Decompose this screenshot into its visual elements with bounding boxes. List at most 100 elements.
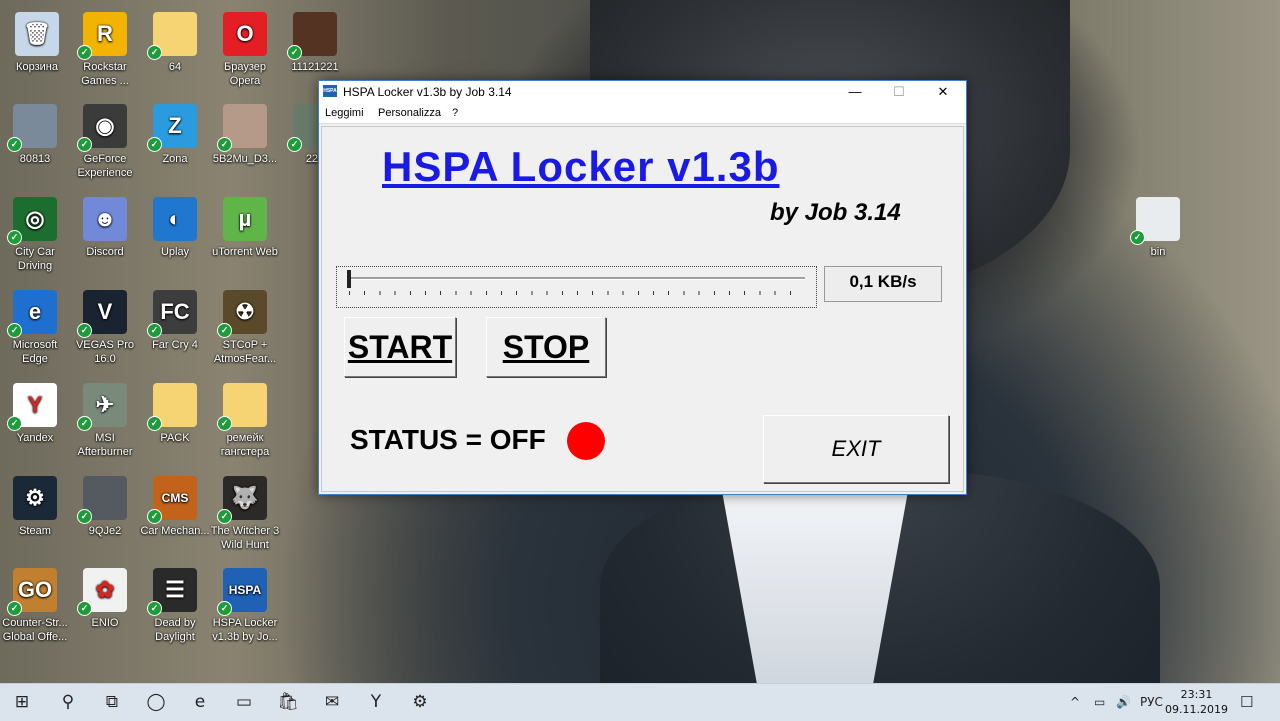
cortana-icon[interactable]: ◯ [134, 684, 178, 721]
desktop-shortcut[interactable]: ✓ 11121221 [280, 6, 350, 74]
desktop-shortcut[interactable]: e ✓ Microsoft Edge [0, 284, 70, 366]
slider-track [349, 277, 805, 280]
shortcut-label: Yandex [16, 432, 54, 444]
shortcut-label: ENIO [91, 617, 119, 629]
yandex-icon[interactable]: Y [354, 684, 398, 721]
hspa-locker-window: HSPA HSPA Locker v1.3b by Job 3.14 — ☐ ✕… [318, 80, 967, 495]
menu-personalizza[interactable]: Personalizza [378, 107, 441, 119]
desktop-shortcut[interactable]: Y ✓ Yandex [0, 377, 70, 445]
stop-button[interactable]: STOP [486, 317, 606, 377]
tray-chevron-icon[interactable]: ^ [1070, 684, 1080, 721]
desktop-shortcut[interactable]: µ uTorrent Web [210, 191, 280, 259]
shortcut-label: GeForce Experience [77, 153, 133, 179]
sync-check-icon: ✓ [147, 601, 162, 616]
zona-icon: Z ✓ [147, 104, 197, 152]
file-explorer-icon[interactable]: ▭ [222, 684, 266, 721]
desktop-shortcut[interactable]: ⚙ Steam [0, 470, 70, 538]
desktop-shortcut[interactable]: ◎ ✓ City Car Driving [0, 191, 70, 273]
status-indicator-dot [567, 422, 605, 460]
sync-check-icon: ✓ [217, 416, 232, 431]
desktop-shortcut[interactable]: R ✓ Rockstar Games ... [70, 6, 140, 88]
taskbar: ⊞ ⚲ ⧉ ◯ e ▭ 🛍 ✉ Y ⚙ ^ ▭ 🔊 РУС 23:31 09.11.2019 ☐ [0, 683, 1280, 721]
maximize-button[interactable]: ☐ [877, 81, 921, 103]
search-icon[interactable]: ⚲ [46, 684, 90, 721]
desktop-shortcut[interactable]: ✓ 64 [140, 6, 210, 74]
desktop-shortcut[interactable]: FC ✓ Far Cry 4 [140, 284, 210, 352]
desktop-shortcut[interactable]: Z ✓ Zona [140, 98, 210, 166]
uplay-icon: ◐ [153, 197, 197, 241]
store-icon[interactable]: 🛍 [266, 684, 310, 721]
speed-slider[interactable] [336, 266, 817, 308]
opera-icon: O [223, 12, 267, 56]
taskbar-clock[interactable]: 23:31 09.11.2019 [1165, 687, 1228, 717]
photo-icon: ✓ [217, 104, 267, 152]
app-heading-link[interactable]: HSPA Locker v1.3b [382, 143, 779, 191]
exit-button[interactable]: EXIT [763, 415, 949, 483]
shortcut-label: Microsoft Edge [12, 339, 58, 365]
sync-check-icon: ✓ [77, 137, 92, 152]
utorrent-icon: µ [223, 197, 267, 241]
speed-readout: 0,1 KB/s [824, 266, 942, 302]
close-button[interactable]: ✕ [921, 81, 965, 103]
network-icon[interactable]: ▭ [1094, 684, 1105, 721]
desktop-shortcut[interactable]: ◐ Uplay [140, 191, 210, 259]
sync-check-icon: ✓ [287, 137, 302, 152]
yandex-icon: Y ✓ [7, 383, 57, 431]
folder-icon: ✓ [147, 383, 197, 431]
status-text: STATUS = OFF [350, 424, 546, 455]
desktop-shortcut[interactable]: ✓ PACK [140, 377, 210, 445]
shortcut-label: uTorrent Web [212, 246, 278, 258]
shortcut-label: Zona [162, 153, 188, 165]
shortcut-label: Car Mechan... [140, 525, 210, 537]
hspa-app-icon: HSPA [323, 85, 337, 97]
shortcut-label: bin [1150, 246, 1166, 258]
windows-start-icon[interactable]: ⊞ [0, 684, 44, 721]
shortcut-label: STCoP + AtmosFear... [213, 339, 277, 365]
dbd-icon: ☰ ✓ [147, 568, 197, 616]
steam-icon[interactable]: ⚙ [398, 684, 442, 721]
desktop-shortcut[interactable]: ✓ 80813 [0, 98, 70, 166]
desktop-shortcut[interactable]: ✿ ✓ ENIO [70, 562, 140, 630]
desktop-shortcut[interactable]: HSPA ✓ HSPA Locker v1.3b by Jo... [210, 562, 280, 644]
sync-check-icon: ✓ [217, 323, 232, 338]
desktop-shortcut[interactable]: ✓ 9QJe2 [70, 470, 140, 538]
vegas-icon: V ✓ [77, 290, 127, 338]
edge-icon[interactable]: e [178, 684, 222, 721]
desktop-shortcut[interactable]: 🐺 ✓ The Witcher 3 Wild Hunt [210, 470, 280, 552]
desktop-shortcut[interactable]: O Браузер Opera [210, 6, 280, 88]
slider-thumb[interactable] [347, 270, 351, 288]
menu-help[interactable]: ? [452, 107, 458, 119]
desktop-shortcut[interactable]: GO ✓ Counter-Str... Global Offe... [0, 562, 70, 644]
clock-time: 23:31 [1180, 688, 1213, 701]
desktop-shortcut[interactable]: CMS ✓ Car Mechan... [140, 470, 210, 538]
minimize-button[interactable]: — [833, 81, 877, 103]
author-byline: by Job 3.14 [770, 199, 901, 226]
desktop-shortcut[interactable]: ✓ 5B2Mu_D3... [210, 98, 280, 166]
sync-check-icon: ✓ [77, 45, 92, 60]
desktop-shortcut[interactable]: ✓ ремейк гангстера [210, 377, 280, 459]
language-indicator[interactable]: РУС [1140, 684, 1163, 721]
photo-icon: ✓ [7, 104, 57, 152]
sync-check-icon: ✓ [77, 509, 92, 524]
volume-icon[interactable]: 🔊 [1116, 684, 1131, 721]
desktop-shortcut[interactable]: ✈ ✓ MSI Afterburner [70, 377, 140, 459]
desktop-shortcut[interactable]: ☢ ✓ STCoP + AtmosFear... [210, 284, 280, 366]
mail-icon[interactable]: ✉ [310, 684, 354, 721]
sync-check-icon: ✓ [287, 45, 302, 60]
clock-date: 09.11.2019 [1165, 703, 1228, 716]
task-view-icon[interactable]: ⧉ [90, 684, 134, 721]
sync-check-icon: ✓ [7, 137, 22, 152]
desktop-shortcut[interactable]: ☰ ✓ Dead by Daylight [140, 562, 210, 644]
menu-leggimi[interactable]: Leggimi [325, 107, 364, 119]
desktop-shortcut[interactable]: ✓ bin [1123, 191, 1193, 259]
title-bar[interactable]: HSPA HSPA Locker v1.3b by Job 3.14 — ☐ ✕ [319, 81, 966, 103]
witcher-icon: 🐺 ✓ [217, 476, 267, 524]
desktop-shortcut[interactable]: 🗑 Корзина [2, 6, 72, 74]
farcry-icon: FC ✓ [147, 290, 197, 338]
start-button[interactable]: START [344, 317, 456, 377]
notification-center-icon[interactable]: ☐ [1240, 684, 1253, 721]
desktop-shortcut[interactable]: ◉ ✓ GeForce Experience [70, 98, 140, 180]
slider-ticks [349, 291, 805, 295]
desktop-shortcut[interactable]: ☻ Discord [70, 191, 140, 259]
desktop-shortcut[interactable]: V ✓ VEGAS Pro 16.0 [70, 284, 140, 366]
